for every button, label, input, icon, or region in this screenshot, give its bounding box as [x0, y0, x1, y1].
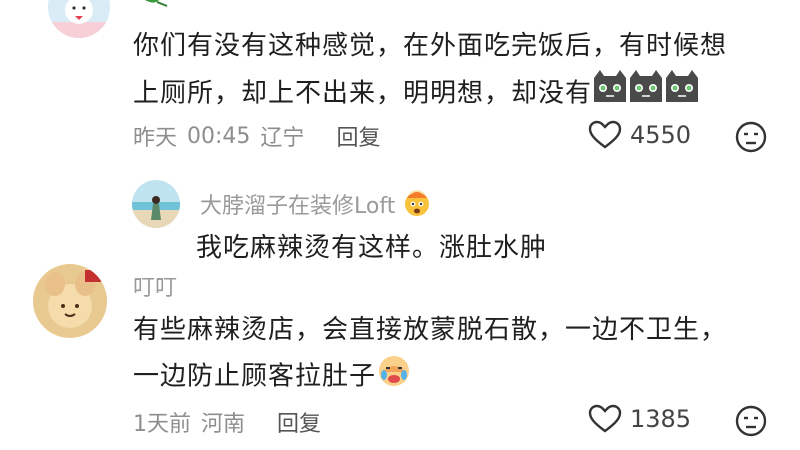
cat-face-emoji [592, 68, 700, 120]
crying-face-emoji [376, 352, 412, 402]
avatar[interactable] [33, 264, 107, 338]
exploding-head-emoji [401, 186, 433, 222]
username[interactable]: 大脖溜子在装修Loft [200, 188, 395, 220]
comment-text-line: 有些麻辣烫店，会直接放蒙脱石散，一边不卫生， [133, 315, 728, 345]
dislike-icon[interactable] [734, 120, 768, 158]
like-button[interactable]: 4550 [588, 120, 691, 150]
comment-date: 1天前 [133, 412, 191, 437]
username[interactable]: 叮叮 [133, 270, 177, 302]
dislike-icon[interactable] [734, 404, 768, 442]
comment-location: 辽宁 [260, 126, 305, 151]
comment-text: 有些麻辣烫店，会直接放蒙脱石散，一边不卫生， 一边防止顾客拉肚子 [133, 308, 793, 402]
reply-button[interactable]: 回复 [277, 406, 321, 438]
comment-text-fragment: 上厕所，却上不出来，明明想，却没有 [133, 78, 593, 109]
comment-time: 00:45 [187, 123, 251, 149]
comment-text-line: 一边防止顾客拉肚子 [133, 352, 793, 402]
username-row: 大脖溜子在装修Loft [200, 186, 433, 222]
avatar[interactable] [48, 0, 110, 38]
comment-text: 你们有没有这种感觉，在外面吃完饭后，有时候想 上厕所，却上不出来，明明想，却没有 [133, 24, 793, 120]
like-count: 1385 [630, 405, 692, 433]
like-button[interactable]: 1385 [588, 404, 691, 434]
plush-avatar-icon [33, 264, 107, 338]
comment-text-line: 上厕所，却上不出来，明明想，却没有 [133, 68, 793, 120]
comment-text-fragment: 一边防止顾客拉肚子 [133, 361, 377, 392]
heart-icon [588, 120, 622, 149]
like-count: 4550 [630, 121, 692, 149]
beach-avatar-icon [132, 180, 180, 228]
comment-text: 我吃麻辣烫有这样。涨肚水肿 [196, 233, 548, 263]
comment-date: 昨天 [133, 126, 178, 151]
comment-location: 河南 [201, 412, 246, 437]
comment-meta: 昨天 00:45 辽宁 回复 [133, 120, 380, 152]
bear-avatar-icon [48, 0, 110, 38]
heart-icon [588, 404, 622, 433]
comment-text-line: 你们有没有这种感觉，在外面吃完饭后，有时候想 [133, 31, 728, 61]
leaf-emoji [143, 0, 169, 12]
reply-button[interactable]: 回复 [336, 120, 380, 152]
comment-meta: 1天前 河南 回复 [133, 406, 321, 438]
avatar[interactable] [132, 180, 180, 228]
